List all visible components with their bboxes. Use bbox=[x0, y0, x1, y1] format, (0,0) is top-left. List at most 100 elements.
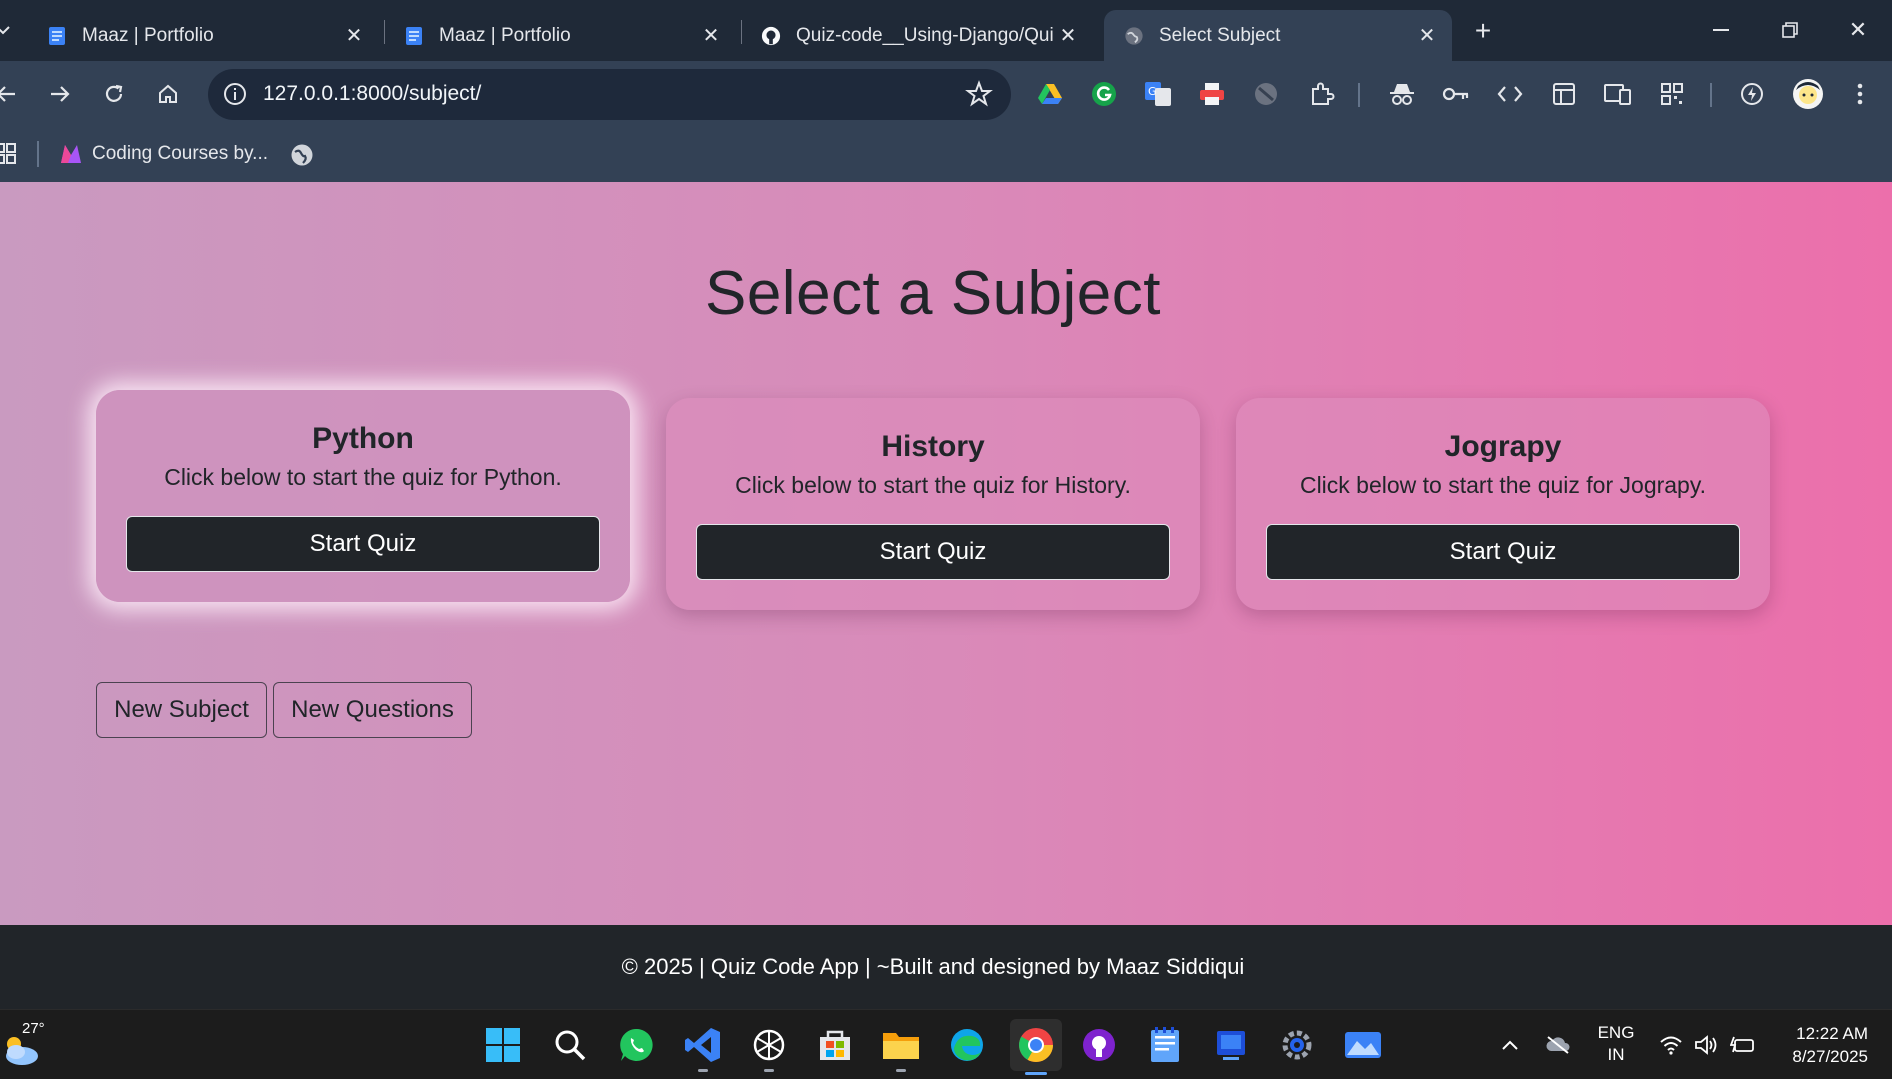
document-icon bbox=[47, 26, 67, 46]
subject-title: History bbox=[881, 430, 985, 463]
bookmarks-divider bbox=[37, 141, 39, 167]
new-questions-button[interactable]: New Questions bbox=[273, 682, 472, 738]
device-toolbar-icon[interactable] bbox=[1604, 80, 1632, 108]
whatsapp-icon[interactable] bbox=[614, 1022, 660, 1068]
google-translate-icon[interactable]: G bbox=[1144, 80, 1172, 108]
subject-description: Click below to start the quiz for Jograp… bbox=[1299, 472, 1707, 498]
toolbar-divider bbox=[1710, 83, 1712, 107]
apps-grid-icon[interactable] bbox=[0, 143, 16, 165]
browser-tab-strip: Maaz | Portfolio ✕ Maaz | Portfolio ✕ Qu… bbox=[0, 0, 1892, 61]
svg-text:G: G bbox=[1148, 85, 1157, 98]
printer-extension-icon[interactable] bbox=[1198, 80, 1226, 108]
tab-title: Select Subject bbox=[1159, 24, 1281, 46]
tab-title: Maaz | Portfolio bbox=[82, 24, 214, 46]
start-quiz-button[interactable]: Start Quiz bbox=[1266, 524, 1740, 580]
weather-temperature: 27° bbox=[22, 1020, 45, 1037]
site-info-icon[interactable] bbox=[222, 81, 248, 107]
subject-card-history: History Click below to start the quiz fo… bbox=[666, 398, 1200, 610]
search-icon[interactable] bbox=[547, 1022, 593, 1068]
tab-search-icon[interactable] bbox=[0, 14, 14, 46]
start-windows-icon[interactable] bbox=[480, 1022, 526, 1068]
subject-card-python: Python Click below to start the quiz for… bbox=[96, 390, 630, 602]
address-bar[interactable]: 127.0.0.1:8000/subject/ bbox=[208, 69, 1011, 120]
bookmark-coding-courses[interactable]: Coding Courses by... bbox=[60, 139, 268, 169]
photos-icon[interactable] bbox=[1340, 1022, 1386, 1068]
profile-avatar[interactable] bbox=[1792, 78, 1824, 110]
settings-gear-icon[interactable] bbox=[1274, 1022, 1320, 1068]
new-tab-icon[interactable]: + bbox=[1466, 14, 1500, 48]
onedrive-offline-icon[interactable] bbox=[1544, 1032, 1572, 1058]
clock-date: 8/27/2025 bbox=[1792, 1047, 1868, 1066]
running-indicator bbox=[698, 1069, 708, 1072]
extensions-puzzle-icon[interactable] bbox=[1308, 80, 1336, 108]
tab-close-icon[interactable]: ✕ bbox=[696, 21, 726, 51]
active-indicator bbox=[1025, 1072, 1047, 1075]
language-code: ENG bbox=[1597, 1023, 1635, 1042]
tab-maaz-portfolio-1[interactable]: Maaz | Portfolio ✕ bbox=[27, 10, 379, 61]
windows-app-icon[interactable] bbox=[1208, 1022, 1254, 1068]
github-icon bbox=[761, 26, 781, 46]
vscode-icon[interactable] bbox=[680, 1022, 726, 1072]
tab-select-subject[interactable]: Select Subject ✕ bbox=[1104, 10, 1452, 61]
tab-maaz-portfolio-2[interactable]: Maaz | Portfolio ✕ bbox=[384, 10, 736, 61]
tab-close-icon[interactable]: ✕ bbox=[1412, 21, 1442, 51]
github-desktop-icon[interactable] bbox=[1076, 1022, 1122, 1068]
system-clock[interactable]: 12:22 AM 8/27/2025 bbox=[1774, 1022, 1868, 1068]
clock-time: 12:22 AM bbox=[1796, 1024, 1868, 1043]
back-icon[interactable] bbox=[0, 76, 24, 112]
browser-toolbar: 127.0.0.1:8000/subject/ G bbox=[0, 61, 1892, 127]
file-explorer-icon[interactable] bbox=[878, 1022, 924, 1072]
forward-icon[interactable] bbox=[42, 76, 78, 112]
microsoft-store-icon[interactable] bbox=[812, 1022, 858, 1068]
blocked-extension-icon[interactable] bbox=[1252, 80, 1280, 108]
input-language-indicator[interactable]: ENG IN bbox=[1594, 1022, 1638, 1066]
start-quiz-button[interactable]: Start Quiz bbox=[696, 524, 1170, 580]
toolbar-divider bbox=[1358, 83, 1360, 107]
minimize-icon[interactable] bbox=[1693, 8, 1749, 52]
page-content: Select a Subject Python Click below to s… bbox=[0, 182, 1892, 925]
reload-icon[interactable] bbox=[96, 76, 132, 112]
tab-close-icon[interactable]: ✕ bbox=[1053, 21, 1083, 51]
start-quiz-button[interactable]: Start Quiz bbox=[126, 516, 600, 572]
password-key-icon[interactable] bbox=[1442, 80, 1470, 108]
page-footer: © 2025 | Quiz Code App | ~Built and desi… bbox=[0, 925, 1892, 1009]
notepad-icon[interactable] bbox=[1142, 1022, 1188, 1068]
code-icon[interactable] bbox=[1496, 80, 1524, 108]
tab-title: Maaz | Portfolio bbox=[439, 24, 571, 46]
home-icon[interactable] bbox=[150, 76, 186, 112]
subject-title: Jograpy bbox=[1444, 430, 1562, 463]
tab-close-icon[interactable]: ✕ bbox=[339, 21, 369, 51]
bookmarks-bar: Coding Courses by... bbox=[0, 127, 1892, 182]
subject-description: Click below to start the quiz for Histor… bbox=[735, 472, 1131, 498]
volume-icon[interactable] bbox=[1693, 1032, 1721, 1058]
restore-icon[interactable] bbox=[1762, 8, 1818, 52]
url-text[interactable]: 127.0.0.1:8000/subject/ bbox=[263, 82, 481, 106]
tab-github-quiz-code[interactable]: Quiz-code__Using-Django/Quiz ✕ bbox=[741, 10, 1093, 61]
edge-icon[interactable] bbox=[944, 1022, 990, 1068]
grammarly-icon[interactable] bbox=[1090, 80, 1118, 108]
performance-icon[interactable] bbox=[1738, 80, 1766, 108]
globe-bookmark-icon[interactable] bbox=[290, 143, 314, 167]
google-drive-icon[interactable] bbox=[1036, 80, 1064, 108]
browser-menu-icon[interactable] bbox=[1846, 80, 1874, 108]
subject-card-jograpy: Jograpy Click below to start the quiz fo… bbox=[1236, 398, 1770, 610]
footer-text: © 2025 | Quiz Code App | ~Built and desi… bbox=[621, 954, 1245, 979]
battery-charging-icon[interactable] bbox=[1729, 1032, 1757, 1058]
running-indicator bbox=[896, 1069, 906, 1072]
new-subject-button[interactable]: New Subject bbox=[96, 682, 267, 738]
globe-icon bbox=[1124, 26, 1144, 46]
region-code: IN bbox=[1607, 1045, 1625, 1064]
incognito-icon[interactable] bbox=[1388, 80, 1416, 108]
bookmark-star-icon[interactable] bbox=[965, 80, 993, 108]
chrome-icon[interactable] bbox=[1010, 1019, 1062, 1075]
windows-taskbar: 27° ENG IN 12:22 AM 8/27/2025 bbox=[0, 1009, 1892, 1079]
window-close-icon[interactable]: ✕ bbox=[1830, 8, 1886, 52]
layout-panel-icon[interactable] bbox=[1550, 80, 1578, 108]
document-icon bbox=[404, 26, 424, 46]
running-indicator bbox=[764, 1069, 774, 1072]
wifi-icon[interactable] bbox=[1657, 1032, 1685, 1058]
show-hidden-icons-chevron-icon[interactable] bbox=[1496, 1032, 1524, 1058]
weather-widget[interactable]: 27° bbox=[2, 1020, 46, 1070]
chatgpt-icon[interactable] bbox=[746, 1022, 792, 1072]
qr-code-icon[interactable] bbox=[1658, 80, 1686, 108]
